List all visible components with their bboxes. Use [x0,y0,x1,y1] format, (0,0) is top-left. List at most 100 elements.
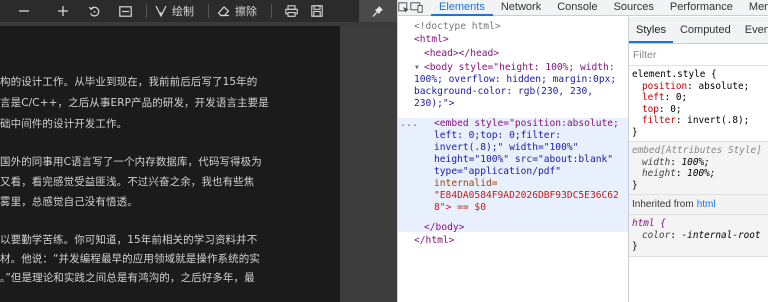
styles-filter-input[interactable]: Filter [629,44,768,66]
save-icon [311,5,323,17]
property-value: 0; [675,92,688,103]
styles-pane: Styles Computed Event Filter element.sty… [628,17,768,302]
page-text-line: 构的设计工作。从毕业到现在，我前前后后写了15年的 [0,76,258,88]
property-name: height [642,168,676,179]
element-style-rule: element.style { position: absolute; left… [629,66,768,142]
page-text-line: 言是C/C++，之后从事ERP产品的研发，开发语言主要是 [0,97,269,109]
inherited-html-link[interactable]: html [697,199,716,210]
rotate-icon [88,6,99,16]
property-name: color [642,229,671,241]
rule-close-brace: } [632,179,638,191]
pdf-page: 构的设计工作。从毕业到现在，我前前后后写了15年的 言是C/C++，之后从事ER… [0,26,340,302]
styles-tabbar: Styles Computed Event [629,17,768,44]
toolbar-divider [271,4,272,18]
tab-computed[interactable]: Computed [673,24,738,43]
minus-icon [19,10,29,12]
rule-selector: embed[Attributes Style] [632,145,762,156]
node-actions-ellipsis[interactable]: ... [400,118,418,129]
devtools-panel: Elements Network Console Sources Perform… [397,0,768,302]
page-text-line: 础中间件的设计开发工作。 [0,118,128,130]
plus-icon [58,6,68,16]
save-button[interactable] [304,0,330,22]
fit-page-icon [118,5,132,17]
devtools-tabbar: Elements Network Console Sources Perform… [398,0,768,16]
erase-button[interactable]: 擦除 [215,0,265,22]
eraser-icon [217,6,230,17]
property-name: top [642,103,659,115]
doctype-node[interactable]: <!doctype html> [414,21,501,32]
page-text-line: 雾里，总感觉自己没有悟透。 [0,196,138,208]
style-property: width: 100%; [642,156,710,168]
html-close-node[interactable]: </html> [414,235,454,246]
zoom-in-button[interactable] [48,0,78,22]
tab-event-listeners[interactable]: Event [738,24,768,43]
style-property[interactable]: position: absolute; [632,81,765,93]
erase-label: 擦除 [235,5,257,18]
html-rule: html { color: -internal-root } [629,215,768,257]
embed-attr-line: type="application/pdf" [434,166,562,177]
page-text-line: 国外的同事用C语言写了一个内存数据库，代码写得极为 [0,156,262,168]
viewer-toolbar: 绘制 擦除 [0,0,397,22]
rule-selector: html { [632,218,666,229]
elements-tree: ... <!doctype html> <html> <head></head>… [398,17,628,302]
property-value: absolute; [698,80,750,92]
embed-attr-line: "E84DA0584F9AD2026DBF93DC5E36C62 [434,190,619,201]
toolbar-divider [146,4,147,18]
html-node[interactable]: <html> [414,34,449,45]
inherited-label: Inherited from [632,199,694,210]
rule-selector: element.style { [632,69,717,80]
page-text-line: 。”但是理论和实践之间总是有鸿沟的，之后好多年，最 [0,272,255,284]
tab-network[interactable]: Network [493,0,549,16]
fit-page-button[interactable] [110,0,140,22]
embed-attr-line: height="100%" src="about:blank" [434,154,614,165]
tab-elements[interactable]: Elements [431,0,493,16]
draw-button[interactable]: 绘制 [153,0,202,22]
tab-performance[interactable]: Performance [662,0,741,16]
inspect-element-button[interactable] [398,0,410,16]
property-name: left [642,92,665,103]
embed-node[interactable]: <embed style="position:absolute; [434,118,619,129]
body-attr-line: background-color: rgb(230, 230, [414,86,594,97]
inspect-cursor-icon [398,1,409,13]
tab-styles[interactable]: Styles [629,24,673,43]
draw-icon [155,5,167,17]
device-icon [410,2,423,13]
style-property[interactable]: filter: invert(.8); [632,115,765,127]
zoom-out-button[interactable] [0,0,48,22]
device-toolbar-button[interactable] [410,0,423,16]
tab-sources[interactable]: Sources [606,0,662,16]
embed-attr-line: internalid= [434,178,498,189]
toolbar-divider [208,4,209,18]
embed-attr-line: left: 0;top: 0;filter: [434,130,562,141]
rule-close-brace: } [632,126,638,138]
property-name: position [642,80,688,92]
body-node[interactable]: <body style="height: 100%; width: [424,62,615,73]
viewer-background [340,26,397,302]
body-attr-line: 230);"> [414,98,455,109]
page-text-line: 以要勤学苦练。你可知道，15年前相关的学习资料并不 [0,234,258,246]
property-value: 100%; [681,156,710,168]
embed-attr-line: invert(.8);" width="100%" [434,142,579,153]
property-value: -internal-root [681,229,761,241]
style-property: height: 100%; [642,168,716,179]
expand-triangle-icon[interactable]: ▾ [414,62,420,73]
embed-attr-line: 8"> == $0 [434,202,486,213]
property-value: invert(.8); [687,115,750,126]
print-button[interactable] [278,0,304,22]
draw-label: 绘制 [172,5,194,18]
pdf-viewer: 绘制 擦除 构的设计工作。从毕业到现在，我前前后后写了15年的 言是C/C++，… [0,0,397,302]
pin-icon [372,5,383,17]
tab-console[interactable]: Console [549,0,605,16]
style-property: color: -internal-root [642,229,761,241]
property-value: 100%; [687,168,716,179]
property-name: filter [642,115,676,126]
head-node[interactable]: <head></head> [424,48,499,59]
style-property[interactable]: top: 0; [632,104,765,116]
pin-button[interactable] [359,0,397,22]
rotate-button[interactable] [78,0,110,22]
body-close-node[interactable]: </body> [424,222,464,233]
tab-memory[interactable]: Memo [741,0,768,16]
inherited-from-header: Inherited from html [629,195,768,215]
style-property[interactable]: left: 0; [632,92,765,104]
property-value: 0; [670,103,682,115]
